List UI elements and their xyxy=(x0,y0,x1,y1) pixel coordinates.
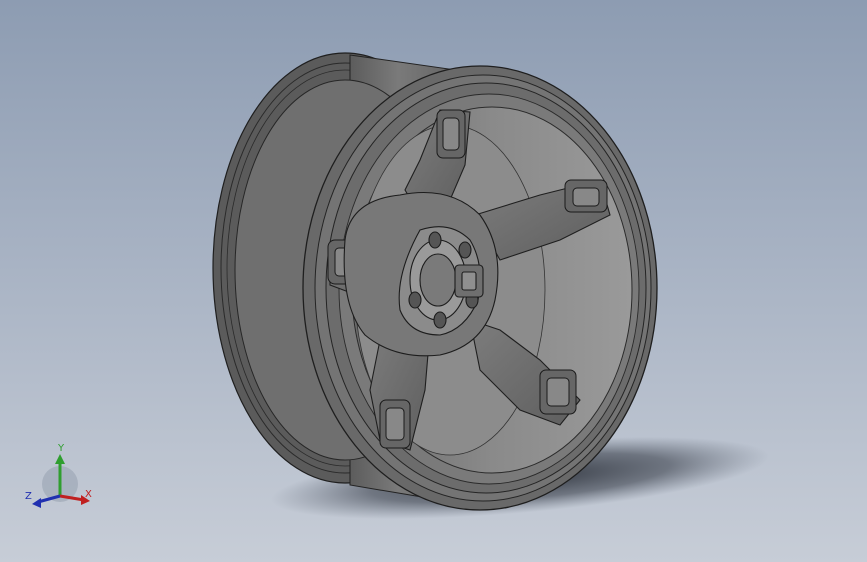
wheel-rim-model-icon[interactable] xyxy=(0,0,867,562)
triad-z-label: Z xyxy=(25,491,32,502)
triad-x-label: X xyxy=(85,489,92,500)
graphics-viewport[interactable]: Y X Z xyxy=(0,0,867,562)
wheel-hub xyxy=(343,192,499,357)
orientation-triad: Y X Z xyxy=(22,440,102,515)
triad-y-label: Y xyxy=(58,443,65,454)
